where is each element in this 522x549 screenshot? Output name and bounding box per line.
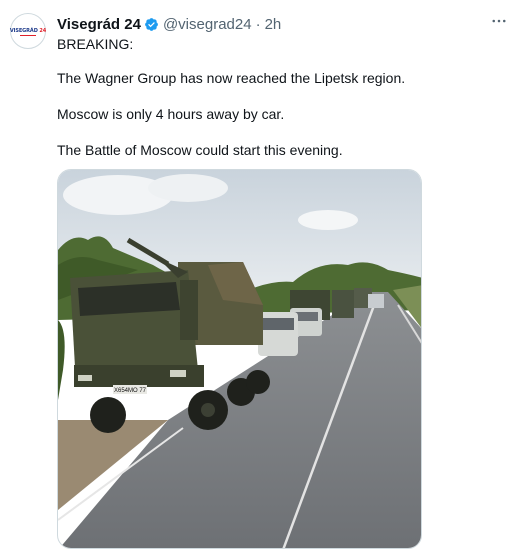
tweet-text-line: The Wagner Group has now reached the Lip… <box>57 70 406 86</box>
tweet-timestamp[interactable]: 2h <box>265 16 282 33</box>
license-plate: Х654МО 77 <box>114 388 147 394</box>
avatar[interactable]: VISEGRÁD 24 <box>10 13 46 49</box>
display-name[interactable]: Visegrád 24 <box>57 16 141 33</box>
author-handle[interactable]: @visegrad24 <box>163 16 252 33</box>
tweet-header: Visegrád 24 @visegrad24 · 2h <box>57 14 281 34</box>
tweet-text-line: BREAKING: <box>57 36 134 52</box>
more-options-icon[interactable] <box>488 10 510 32</box>
tweet-card[interactable]: VISEGRÁD 24 Visegrád 24 @visegrad24 · 2h… <box>0 0 522 549</box>
separator-dot: · <box>255 15 261 33</box>
tweet-text-line: The Battle of Moscow could start this ev… <box>57 142 343 158</box>
avatar-logo-text: VISEGRÁD 24 <box>9 28 47 34</box>
avatar-underline <box>20 35 36 36</box>
tweet-text-line: Moscow is only 4 hours away by car. <box>57 106 285 122</box>
verified-badge-icon[interactable] <box>144 17 159 32</box>
tweet-media-image[interactable]: Х654МО 77 <box>57 169 422 549</box>
military-convoy-photo-icon: Х654МО 77 <box>58 170 421 548</box>
